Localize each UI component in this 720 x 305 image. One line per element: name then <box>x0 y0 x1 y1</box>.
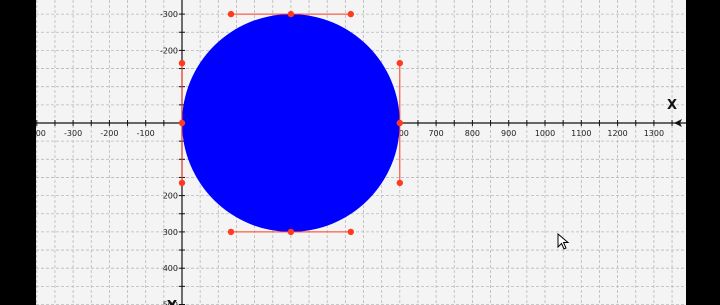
x-tick-label: -300 <box>64 129 82 138</box>
y-axis-name: Y <box>166 299 177 305</box>
resize-handle[interactable] <box>396 59 403 67</box>
resize-handle[interactable] <box>227 228 235 236</box>
x-tick-label: 900 <box>501 129 516 138</box>
y-tick-label: 400 <box>163 264 178 273</box>
x-tick-label: -400 <box>36 129 46 138</box>
canvas-svg[interactable]: -400 -300 -200 -100 700 800 900 1000 1100 1200 130… <box>36 0 686 305</box>
resize-handle[interactable] <box>396 179 403 187</box>
x-tick-label: 700 <box>428 129 443 138</box>
circle-shape[interactable] <box>182 14 400 232</box>
y-tick-label: 300 <box>163 228 178 237</box>
pointer-arrow-icon <box>557 233 570 250</box>
resize-handle[interactable] <box>227 10 235 18</box>
resize-handle[interactable] <box>287 10 295 18</box>
resize-handle[interactable] <box>178 119 186 127</box>
resize-handle[interactable] <box>347 10 354 18</box>
x-tick-label: 1000 <box>535 129 555 138</box>
x-tick-label: -100 <box>137 129 155 138</box>
x-tick-label: 800 <box>465 129 480 138</box>
y-tick-label: 200 <box>163 192 178 201</box>
resize-handle[interactable] <box>347 228 354 236</box>
resize-handle[interactable] <box>287 228 295 236</box>
x-axis-name: X <box>667 98 677 113</box>
x-tick-label: 1300 <box>644 129 664 138</box>
x-tick-label: 1200 <box>607 129 627 138</box>
drawing-canvas[interactable]: -400 -300 -200 -100 700 800 900 1000 1100 1200 130… <box>36 0 686 305</box>
resize-handle[interactable] <box>396 119 403 127</box>
y-tick-label: -300 <box>160 10 178 19</box>
resize-handle[interactable] <box>178 179 186 187</box>
y-tick-label: -200 <box>160 46 178 55</box>
resize-handle[interactable] <box>178 59 186 67</box>
x-tick-label: 1100 <box>571 129 591 138</box>
x-tick-label: -200 <box>100 129 118 138</box>
